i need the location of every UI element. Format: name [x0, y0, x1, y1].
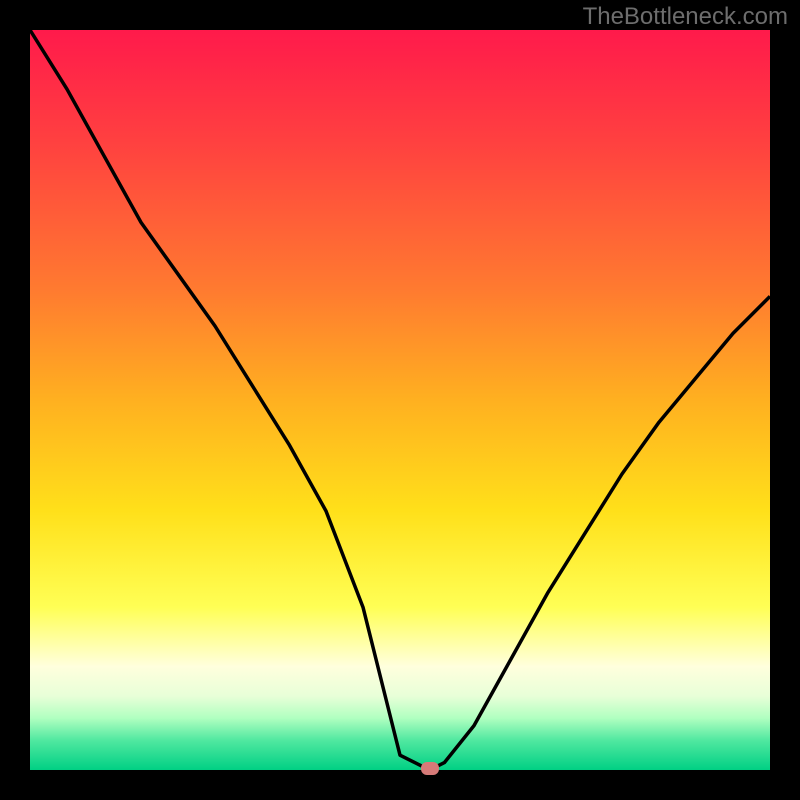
- chart-plot-area: [30, 30, 770, 770]
- watermark-text: TheBottleneck.com: [583, 3, 788, 31]
- bottleneck-curve: [30, 30, 770, 770]
- optimal-point-marker: [421, 762, 439, 775]
- chart-frame: { "watermark": "TheBottleneck.com", "cha…: [0, 0, 800, 800]
